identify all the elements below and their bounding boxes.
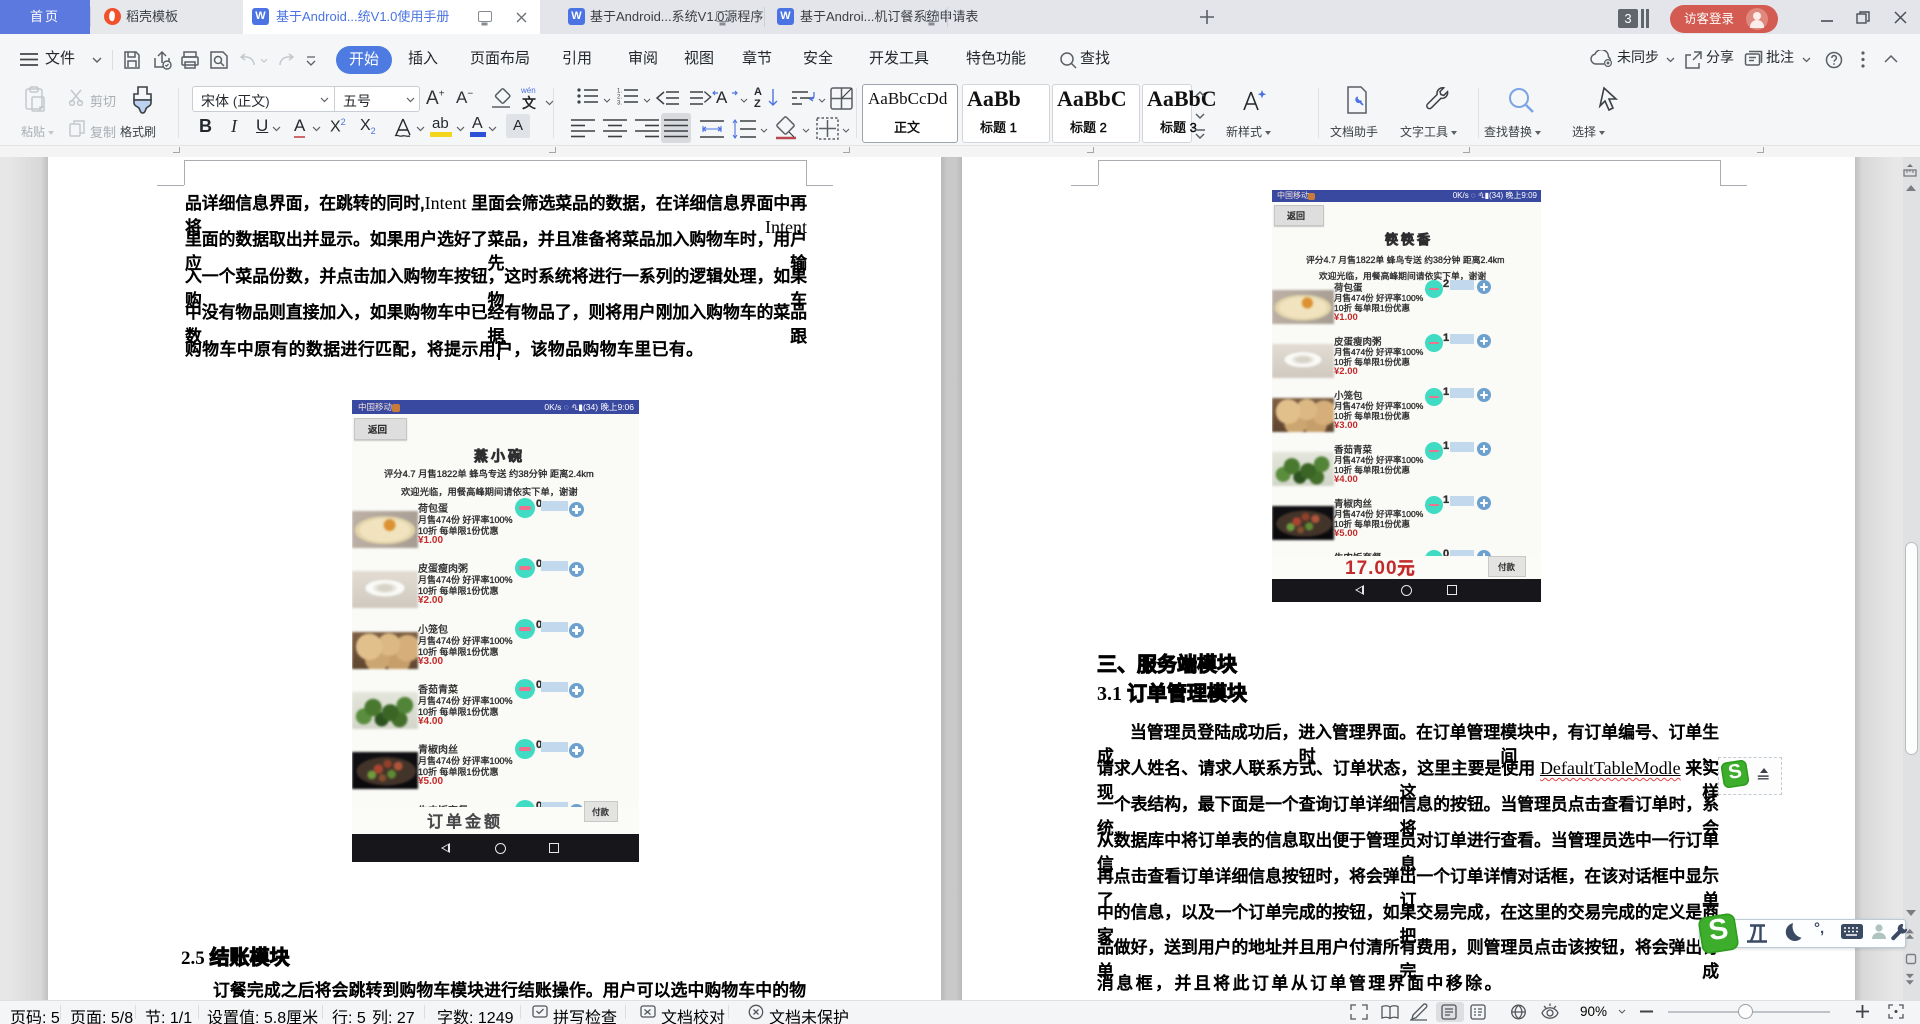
svg-text:3.: 3. bbox=[617, 101, 622, 107]
